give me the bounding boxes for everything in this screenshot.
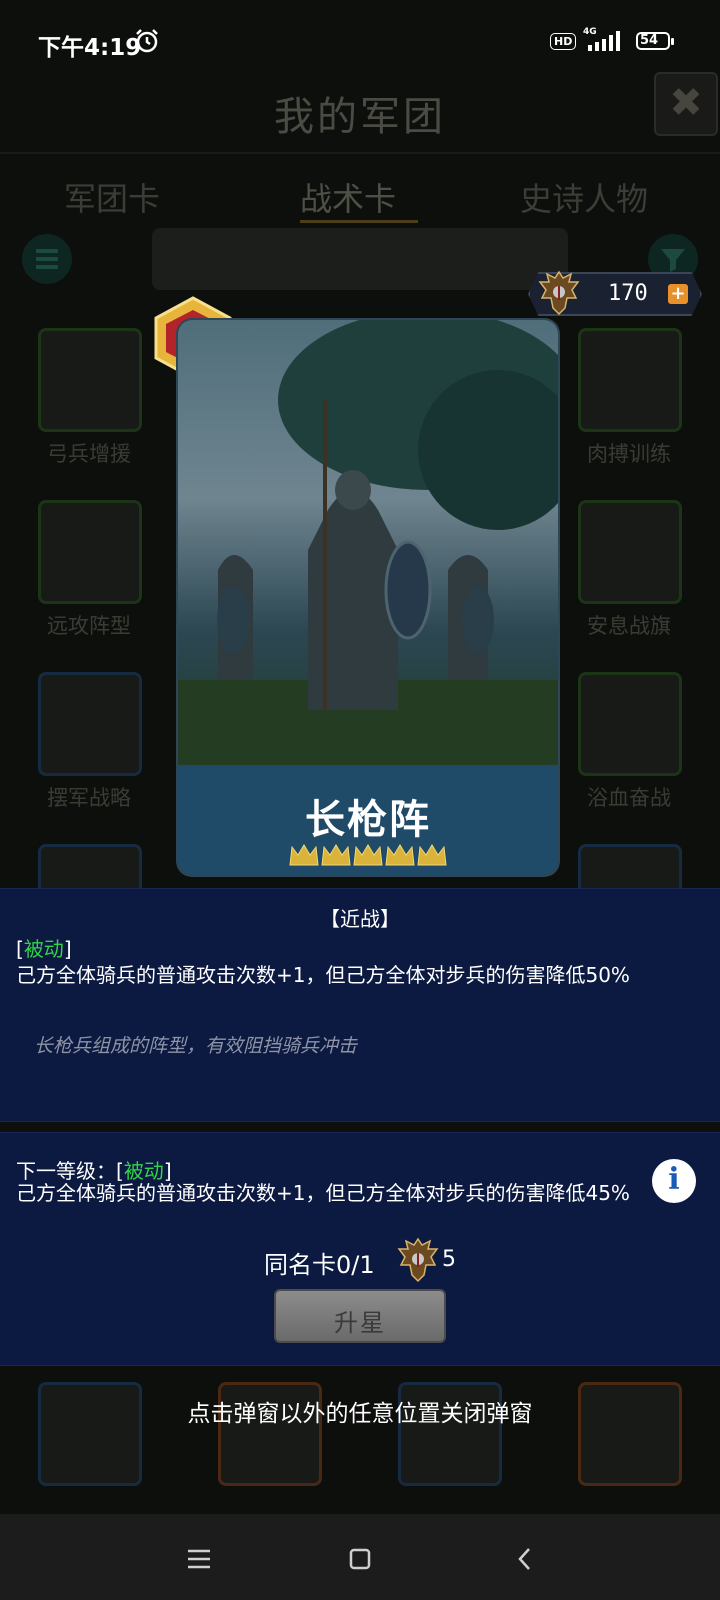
card-name-bar: 长枪阵 <box>178 765 558 875</box>
duplicate-card-count: 同名卡0/1 <box>264 1251 375 1279</box>
effect-panel: 【近战】 [被动] 己方全体骑兵的普通攻击次数+1，但己方全体对步兵的伤害降低5… <box>0 888 720 1122</box>
back-icon[interactable] <box>510 1544 540 1574</box>
tactic-card[interactable] <box>38 672 142 776</box>
next-level-type-line: 下一等级：[被动] <box>16 1155 172 1184</box>
search-input[interactable] <box>152 228 568 290</box>
currency-display: 170 + <box>528 270 702 316</box>
effect-description: 己方全体骑兵的普通攻击次数+1，但己方全体对步兵的伤害降低50% <box>16 963 630 987</box>
close-icon: ✖ <box>669 80 703 126</box>
passive-tag: 被动 <box>23 937 64 961</box>
upgrade-cost: 5 <box>442 1247 456 1272</box>
alarm-icon <box>136 29 158 53</box>
close-button[interactable]: ✖ <box>654 72 718 136</box>
system-nav-bar <box>0 1514 720 1600</box>
card-label: 弓兵增援 <box>47 442 131 466</box>
info-icon: i <box>668 1162 680 1197</box>
card-label: 摆军战略 <box>47 786 131 810</box>
list-icon <box>36 249 58 269</box>
menu-icon[interactable] <box>184 1544 214 1574</box>
card-label: 浴血奋战 <box>587 786 671 810</box>
effect-type-line: [被动] <box>16 933 72 962</box>
status-time: 下午4:19 <box>38 35 142 61</box>
page-title: 我的军团 <box>274 94 446 140</box>
card-label: 肉搏训练 <box>587 442 671 466</box>
tactic-card[interactable] <box>38 328 142 432</box>
bracket-close: ] <box>63 937 72 961</box>
bracket-open: [ <box>16 937 24 961</box>
card-label: 远攻阵型 <box>47 614 131 638</box>
star-rating-crowns <box>289 844 447 866</box>
tab-epic-characters[interactable]: 史诗人物 <box>520 174 648 220</box>
next-level-panel: 下一等级：[被动] 己方全体骑兵的普通攻击次数+1，但己方全体对步兵的伤害降低4… <box>0 1132 720 1366</box>
upgrade-star-label: 升星 <box>334 1309 386 1337</box>
next-level-prefix: 下一等级：[ <box>16 1159 124 1183</box>
tactic-card[interactable] <box>578 328 682 432</box>
tab-indicator <box>300 220 418 223</box>
tactic-card-preview: 长枪阵 <box>178 320 558 875</box>
bracket-close: ] <box>163 1159 172 1183</box>
tactic-card[interactable] <box>38 500 142 604</box>
hd-badge: HD <box>550 33 577 50</box>
passive-tag: 被动 <box>123 1159 164 1183</box>
flavor-text: 长枪兵组成的阵型，有效阻挡骑兵冲击 <box>34 1035 358 1057</box>
eagle-crest-icon <box>538 270 580 316</box>
card-artwork <box>178 320 558 765</box>
next-level-description: 己方全体骑兵的普通攻击次数+1，但己方全体对步兵的伤害降低45% <box>16 1181 630 1205</box>
card-category: 【近战】 <box>320 907 400 931</box>
list-view-button[interactable] <box>22 234 72 284</box>
currency-amount: 170 <box>608 281 648 306</box>
upgrade-star-button[interactable]: 升星 <box>274 1289 446 1343</box>
card-name: 长枪阵 <box>305 797 431 843</box>
card-label: 安息战旗 <box>587 614 671 638</box>
tactic-card[interactable] <box>578 672 682 776</box>
signal-icon <box>588 31 620 51</box>
battery-level: 54 <box>640 33 659 48</box>
home-icon[interactable] <box>345 1544 375 1574</box>
info-button[interactable]: i <box>652 1159 696 1203</box>
eagle-crest-icon <box>397 1237 439 1283</box>
tab-bar: 军团卡 战术卡 史诗人物 <box>0 152 720 224</box>
dismiss-hint: 点击弹窗以外的任意位置关闭弹窗 <box>187 1401 533 1427</box>
tab-legion-cards[interactable]: 军团卡 <box>64 174 160 220</box>
tactic-card[interactable] <box>578 500 682 604</box>
tab-tactic-cards[interactable]: 战术卡 <box>300 174 396 220</box>
add-currency-button[interactable]: + <box>668 284 688 304</box>
battery-icon: 54 <box>636 32 676 52</box>
